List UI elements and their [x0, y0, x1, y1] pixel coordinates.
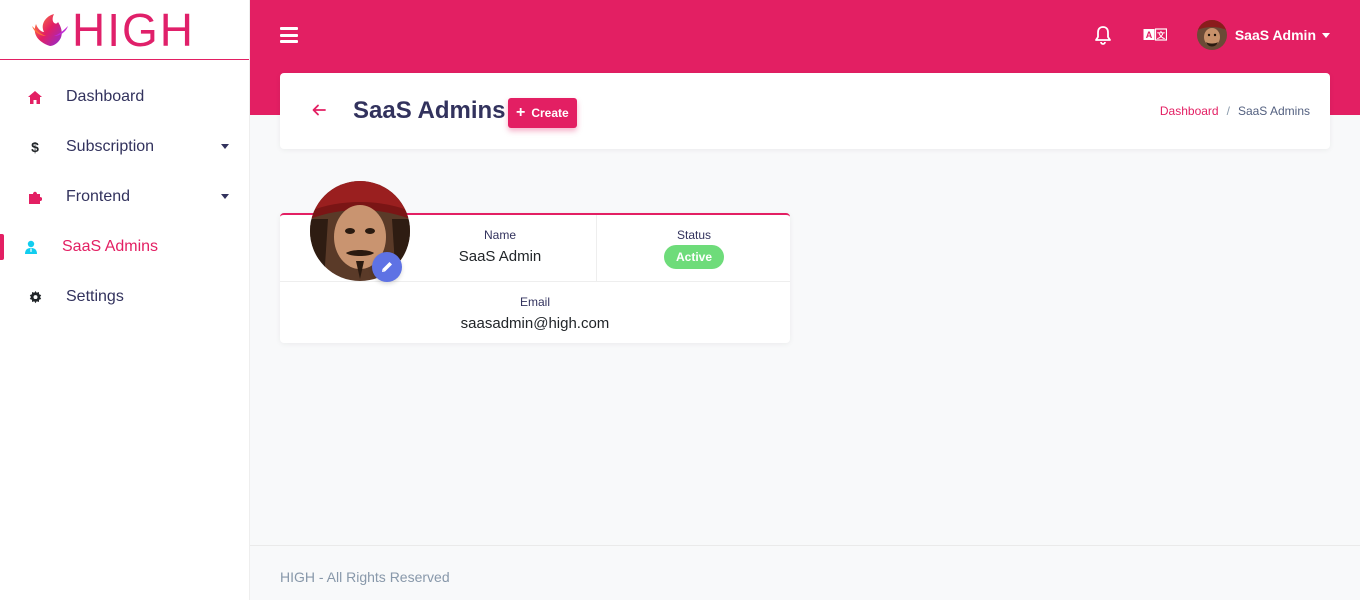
puzzle-icon	[28, 190, 42, 204]
topbar-actions: A 文 SaaS Admin	[1093, 18, 1330, 52]
flame-logo-icon	[32, 13, 68, 46]
breadcrumb: Dashboard / SaaS Admins	[1160, 104, 1310, 118]
name-value: SaaS Admin	[458, 248, 542, 265]
sidebar-item-settings[interactable]: Settings	[0, 272, 249, 322]
sidebar-item-frontend[interactable]: Frontend	[0, 172, 249, 222]
page-title: SaaS Admins	[353, 97, 506, 124]
email-value: saasadmin@high.com	[460, 315, 610, 332]
brand-logo[interactable]: HIGH	[0, 0, 249, 60]
status-label: Status	[676, 228, 712, 242]
create-button[interactable]: + Create	[508, 98, 577, 128]
create-button-label: Create	[531, 106, 569, 120]
gear-icon	[28, 290, 42, 304]
email-field: Email saasadmin@high.com	[280, 282, 790, 342]
menu-icon[interactable]	[280, 27, 298, 43]
chevron-down-icon	[221, 194, 229, 199]
sidebar-item-label: Settings	[66, 288, 124, 305]
breadcrumb-current: SaaS Admins	[1237, 104, 1310, 118]
sidebar: HIGH Dashboard $ Subscription Frontend S…	[0, 0, 250, 600]
breadcrumb-link-dashboard[interactable]: Dashboard	[1160, 104, 1219, 118]
sidebar-item-dashboard[interactable]: Dashboard	[0, 72, 249, 122]
sidebar-nav: Dashboard $ Subscription Frontend SaaS A…	[0, 60, 249, 322]
page-header: SaaS Admins + Create Dashboard / SaaS Ad…	[280, 73, 1330, 149]
breadcrumb-separator: /	[1226, 104, 1230, 118]
avatar	[1196, 20, 1227, 50]
brand-name: HIGH	[72, 3, 195, 56]
footer-copyright: HIGH - All Rights Reserved	[280, 569, 450, 585]
chevron-down-icon	[221, 144, 229, 149]
home-icon	[28, 90, 42, 104]
svg-text:文: 文	[1157, 30, 1166, 40]
sidebar-item-saas-admins[interactable]: SaaS Admins	[0, 222, 249, 272]
sidebar-item-label: SaaS Admins	[62, 238, 159, 255]
user-menu[interactable]: SaaS Admin	[1196, 20, 1330, 50]
sidebar-item-label: Frontend	[66, 188, 131, 205]
chevron-down-icon	[1322, 32, 1330, 38]
user-tie-icon	[24, 240, 38, 254]
dollar-icon: $	[31, 139, 39, 155]
footer: HIGH - All Rights Reserved	[250, 545, 1360, 600]
sidebar-item-subscription[interactable]: $ Subscription	[0, 122, 249, 172]
sidebar-item-label: Dashboard	[66, 88, 145, 105]
email-label: Email	[519, 295, 550, 309]
name-label: Name	[483, 228, 516, 242]
svg-text:A: A	[1146, 30, 1153, 40]
sidebar-item-label: Subscription	[66, 138, 155, 155]
back-arrow-icon[interactable]	[312, 103, 326, 117]
pencil-icon	[382, 262, 392, 272]
name-field: Name SaaS Admin	[404, 215, 597, 282]
language-icon[interactable]: A 文	[1143, 27, 1167, 43]
bell-icon[interactable]	[1093, 25, 1113, 45]
user-name: SaaS Admin	[1234, 27, 1316, 43]
status-field: Status Active	[598, 215, 790, 282]
status-badge: Active	[663, 245, 725, 269]
plus-icon: +	[516, 104, 526, 121]
edit-avatar-button[interactable]	[372, 252, 402, 282]
